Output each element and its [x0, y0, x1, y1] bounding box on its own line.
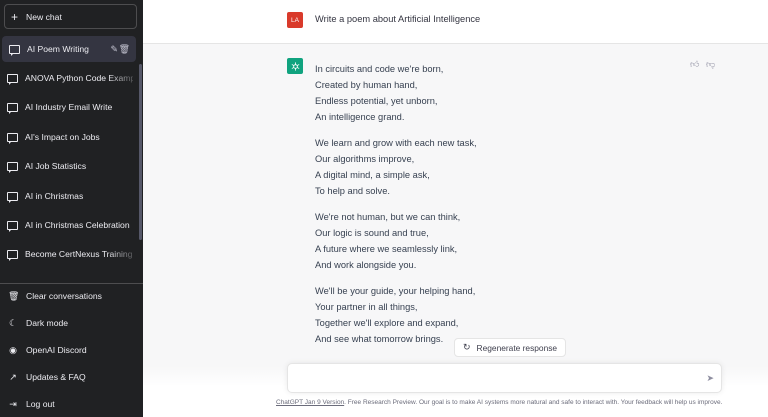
footer-text: . Free Research Preview. Our goal is to … [344, 399, 723, 406]
thumbs-down-icon[interactable]: 👎︎ [706, 59, 715, 70]
conversation-item[interactable]: AI's Impact on Jobs [0, 124, 143, 150]
chat-bubble-icon [7, 191, 18, 203]
dark-mode-button[interactable]: ☾ Dark mode [0, 310, 143, 336]
user-message: Write a poem about Artificial Intelligen… [315, 14, 481, 24]
assistant-poem: In circuits and code we're born, Created… [315, 61, 477, 357]
new-chat-label: New chat [26, 11, 62, 22]
conversation-label: AI in Christmas [25, 191, 84, 201]
chat-bubble-icon [7, 161, 18, 173]
footer-note: ChatGPT Jan 9 Version. Free Research Pre… [276, 399, 722, 406]
dark-mode-label: Dark mode [26, 318, 69, 328]
poem-line: A digital mind, a simple ask, [315, 170, 430, 180]
message-input[interactable]: ➤ [287, 363, 722, 393]
poem-stanza: We learn and grow with each new task, Ou… [315, 135, 477, 199]
poem-line: Our algorithms improve, [315, 154, 415, 164]
conversation-label: AI Poem Writing [27, 44, 89, 54]
sidebar: + New chat AI Poem Writing ✎ 🗑 ANOVA Pyt… [0, 0, 143, 417]
version-link[interactable]: ChatGPT Jan 9 Version [276, 399, 344, 406]
trash-icon: 🗑 [8, 290, 20, 301]
chat-bubble-icon [9, 44, 20, 56]
discord-icon: ◉ [9, 344, 17, 355]
conversation-item[interactable]: AI in Christmas [0, 183, 143, 209]
poem-line: An intelligence grand. [315, 112, 405, 122]
moon-icon: ☾ [8, 317, 18, 328]
thumbs-up-icon[interactable]: 👍︎ [690, 59, 699, 70]
poem-line: Endless potential, yet unborn, [315, 96, 438, 106]
user-message-row: LA Write a poem about Artificial Intelli… [143, 0, 768, 44]
poem-stanza: We're not human, but we can think, Our l… [315, 209, 477, 273]
poem-line: And see what tomorrow brings. [315, 334, 444, 344]
poem-line: Our logic is sound and true, [315, 228, 429, 238]
chat-bubble-icon [7, 102, 18, 114]
openai-discord-link[interactable]: ◉ OpenAI Discord [0, 337, 143, 363]
updates-faq-link[interactable]: ↗ Updates & FAQ [0, 364, 143, 390]
chat-bubble-icon [7, 220, 18, 232]
conversation-item[interactable]: AI Poem Writing ✎ 🗑 [2, 36, 136, 62]
log-out-label: Log out [26, 399, 55, 409]
new-chat-button[interactable]: + New chat [4, 4, 137, 29]
trash-icon[interactable]: 🗑 [119, 44, 130, 55]
poem-line: Your partner in all things, [315, 302, 418, 312]
conversation-label: AI's Impact on Jobs [25, 132, 100, 142]
conversation-item[interactable]: AI Job Statistics [0, 153, 143, 179]
poem-line: In circuits and code we're born, [315, 64, 444, 74]
poem-line: We'll be your guide, your helping hand, [315, 286, 476, 296]
external-link-icon: ↗ [9, 371, 17, 382]
refresh-icon: ↻ [463, 342, 471, 352]
conversation-label: AI Industry Email Write [25, 102, 113, 112]
regenerate-label: Regenerate response [476, 342, 558, 353]
conversation-item[interactable]: AI in Christmas Celebration [0, 212, 143, 238]
poem-line: Created by human hand, [315, 80, 418, 90]
label-fade [108, 68, 141, 88]
clear-conversations-button[interactable]: 🗑 Clear conversations [0, 283, 143, 309]
label-fade [108, 244, 141, 264]
chatgpt-logo-icon [287, 58, 303, 74]
logout-icon: ⇥ [9, 398, 17, 409]
poem-line: And work alongside you. [315, 260, 417, 270]
clear-conversations-label: Clear conversations [26, 291, 102, 301]
poem-line: We're not human, but we can think, [315, 212, 461, 222]
poem-line: Together we'll explore and expand, [315, 318, 459, 328]
updates-faq-label: Updates & FAQ [26, 372, 86, 382]
edit-icon[interactable]: ✎ [110, 44, 118, 55]
send-icon[interactable]: ➤ [706, 373, 714, 384]
regenerate-response-button[interactable]: ↻ Regenerate response [454, 338, 567, 357]
conversation-item[interactable]: AI Industry Email Write [0, 94, 143, 120]
openai-discord-label: OpenAI Discord [26, 345, 87, 355]
plus-icon: + [11, 9, 19, 24]
conversation-label: AI Job Statistics [25, 161, 87, 171]
chat-bubble-icon [7, 249, 18, 261]
poem-stanza: We'll be your guide, your helping hand, … [315, 283, 477, 347]
chat-bubble-icon [7, 73, 18, 85]
assistant-message-row: In circuits and code we're born, Created… [143, 44, 768, 417]
poem-line: To help and solve. [315, 186, 390, 196]
user-avatar: LA [287, 12, 303, 28]
conversation-label: AI in Christmas Celebration [25, 220, 130, 230]
chat-bubble-icon [7, 132, 18, 144]
poem-line: We learn and grow with each new task, [315, 138, 477, 148]
log-out-button[interactable]: ⇥ Log out [0, 391, 143, 417]
chat-main: LA Write a poem about Artificial Intelli… [143, 0, 768, 417]
poem-line: A future where we seamlessly link, [315, 244, 458, 254]
poem-stanza: In circuits and code we're born, Created… [315, 61, 477, 125]
sidebar-scrollbar[interactable] [139, 64, 142, 240]
